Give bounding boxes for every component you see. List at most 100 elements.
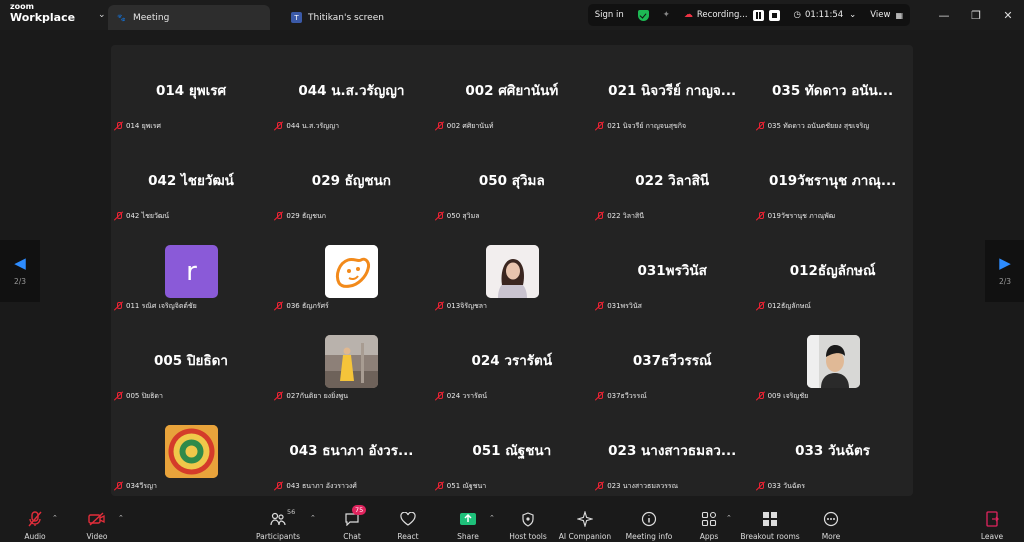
participant-name-label: 034วีรญา [114,480,157,492]
ai-companion-label: AI Companion [558,532,612,541]
close-icon[interactable]: ✕ [992,0,1024,30]
more-button[interactable]: More [818,498,844,542]
meeting-timer[interactable]: ◷ 01:11:54 ⌄ [787,4,864,26]
participant-name-label: 027กันติยา ยงยิ่งพูน [274,390,348,402]
react-button[interactable]: React [394,498,422,542]
mic-muted-icon [435,121,444,131]
minimize-icon[interactable]: — [928,0,960,30]
ai-sparkle-icon[interactable]: ✦ [656,4,677,26]
leave-icon [983,511,1001,527]
stop-recording-icon[interactable] [768,9,780,21]
participant-tile[interactable]: 034วีรญา [111,405,271,495]
apps-button[interactable]: Apps [696,498,722,542]
participant-name-label: 042 ไชยวัฒน์ [114,210,169,222]
tab-meeting[interactable]: 🐾 Meeting [108,5,270,30]
video-off-icon [88,511,106,527]
tab-shared-screen-label: Thitikan's screen [308,12,384,23]
audio-options-caret[interactable]: ⌃ [52,514,58,522]
page-indicator-left: 2/3 [13,277,27,286]
participant-tile[interactable]: 019วัชรานุช ภาณุ... 019วัชรานุช ภาณุพัฒ [753,135,913,225]
zoom-workplace-logo[interactable]: zoom Workplace [0,0,98,30]
participant-tile[interactable]: 036 ธัญภรัศร์ [271,225,431,315]
apps-icon [700,511,718,527]
participant-tile[interactable]: 037ธวีวรรณ์ 037ธวีวรรณ์ [592,315,752,405]
video-label: Video [86,532,108,541]
participant-name-text: 043 ธนาภา อังวราวงศ์ [286,481,357,490]
participant-tile[interactable]: 013จิรัญชลา [432,225,592,315]
participant-tile[interactable]: r 011 รณิศ เจริญจิตต์ชัย [111,225,271,315]
mic-muted-icon [274,211,283,221]
share-options-caret[interactable]: ⌃ [489,514,495,522]
participant-tile[interactable]: 005 ปิยธิดา 005 ปิยธิดา [111,315,271,405]
participant-tile[interactable]: 044 น.ส.วรัญญา 044 น.ส.วรัญญา [271,45,431,135]
tab-meeting-label: Meeting [133,12,170,23]
participant-display-name: 019วัชรานุช ภาณุ... [768,173,897,189]
participant-tile[interactable]: 023 นางสาวธมลว... 023 นางสาวธมลวรรณ [592,405,752,495]
participant-name-text: 031พรวินัส [607,301,642,310]
participant-avatar [325,245,379,298]
participant-tile[interactable]: 002 ศศิยานันท์ 002 ศศิยานันท์ [432,45,592,135]
mic-muted-icon [274,391,283,401]
chat-button[interactable]: 75 Chat [338,498,367,542]
next-page-button[interactable]: ▶ 2/3 [985,240,1024,302]
participant-tile[interactable]: 024 วรารัตน์ 024 วรารัตน์ [432,315,592,405]
mic-muted-icon [756,211,765,221]
mic-muted-icon [435,391,444,401]
more-icon [822,511,840,527]
audio-button[interactable]: Audio [20,498,50,542]
mic-muted-icon [114,391,123,401]
pause-recording-icon[interactable] [752,9,764,21]
breakout-rooms-button[interactable]: Breakout rooms [740,498,800,542]
participant-tile[interactable]: 021 นิจวรีย์ กาญจ... 021 นิจวรีย์ กาญจนสุ… [592,45,752,135]
encryption-shield-icon[interactable] [631,4,656,26]
mic-muted-icon [756,121,765,131]
brand-line2: Workplace [10,11,76,24]
participant-tile[interactable]: 043 ธนาภา อังวร... 043 ธนาภา อังวราวงศ์ [271,405,431,495]
participant-tile[interactable]: 031พรวินัส 031พรวินัส [592,225,752,315]
share-screen-icon [459,511,477,527]
recording-status[interactable]: ☁ Recording... [677,4,787,26]
leave-button[interactable]: Leave [978,498,1006,542]
host-tools-button[interactable]: Host tools [508,498,548,542]
video-options-caret[interactable]: ⌃ [118,514,124,522]
participant-tile[interactable]: 035 ทัดดาว อนัน... 035 ทัดดาว อนันตชัยยง … [753,45,913,135]
sign-in-button[interactable]: Sign in [588,4,631,26]
view-button[interactable]: View ▦ [863,4,910,26]
mic-muted-icon [114,481,123,491]
mic-muted-icon [756,481,765,491]
chevron-down-icon[interactable]: ⌄ [98,0,108,30]
participant-tile[interactable]: 029 ธัญชนก 029 ธัญชนก [271,135,431,225]
participant-name-label: 035 ทัดดาว อนันตชัยยง สุขเจริญ [756,120,870,132]
video-button[interactable]: Video [82,498,112,542]
mic-muted-icon [756,301,765,311]
participants-button[interactable]: 56 Participants [256,498,300,542]
participant-tile[interactable]: 027กันติยา ยงยิ่งพูน [271,315,431,405]
host-tools-label: Host tools [509,532,547,541]
title-bar: zoom Workplace ⌄ 🐾 Meeting T Thitikan's … [0,0,1024,30]
participant-tile[interactable]: 009 เจริญชัย [753,315,913,405]
ai-companion-button[interactable]: AI Companion [558,498,612,542]
participants-options-caret[interactable]: ⌃ [310,514,316,522]
participant-tile[interactable]: 014 ยุพเรศ 014 ยุพเรศ [111,45,271,135]
restore-icon[interactable]: ❐ [960,0,992,30]
apps-options-caret[interactable]: ⌃ [726,514,732,522]
participant-name-label: 037ธวีวรรณ์ [595,390,647,402]
participant-tile[interactable]: 033 วันฉัตร 033 วันฉัตร [753,405,913,495]
previous-page-button[interactable]: ◀ 2/3 [0,240,40,302]
tab-shared-screen[interactable]: T Thitikan's screen [283,5,453,30]
participant-tile[interactable]: 012ธัญลักษณ์ 012ธัญลักษณ์ [753,225,913,315]
participant-name-text: 035 ทัดดาว อนันตชัยยง สุขเจริญ [767,121,870,130]
share-button[interactable]: Share [454,498,482,542]
participant-display-name: 035 ทัดดาว อนัน... [772,83,894,99]
participant-name-text: 013จิรัญชลา [446,301,487,310]
mic-muted-icon [595,301,604,311]
participant-tile[interactable]: 042 ไชยวัฒน์ 042 ไชยวัฒน์ [111,135,271,225]
meeting-info-button[interactable]: Meeting info [624,498,674,542]
participant-tile[interactable]: 051 ณัฐชนา 051 ณัฐชนา [432,405,592,495]
participant-tile[interactable]: 022 วิลาสินี 022 วิลาสินี [592,135,752,225]
leave-label: Leave [980,532,1004,541]
breakout-rooms-icon [761,511,779,527]
chat-label: Chat [343,532,361,541]
participant-name-text: 050 สุวิมล [446,211,480,220]
participant-tile[interactable]: 050 สุวิมล 050 สุวิมล [432,135,592,225]
